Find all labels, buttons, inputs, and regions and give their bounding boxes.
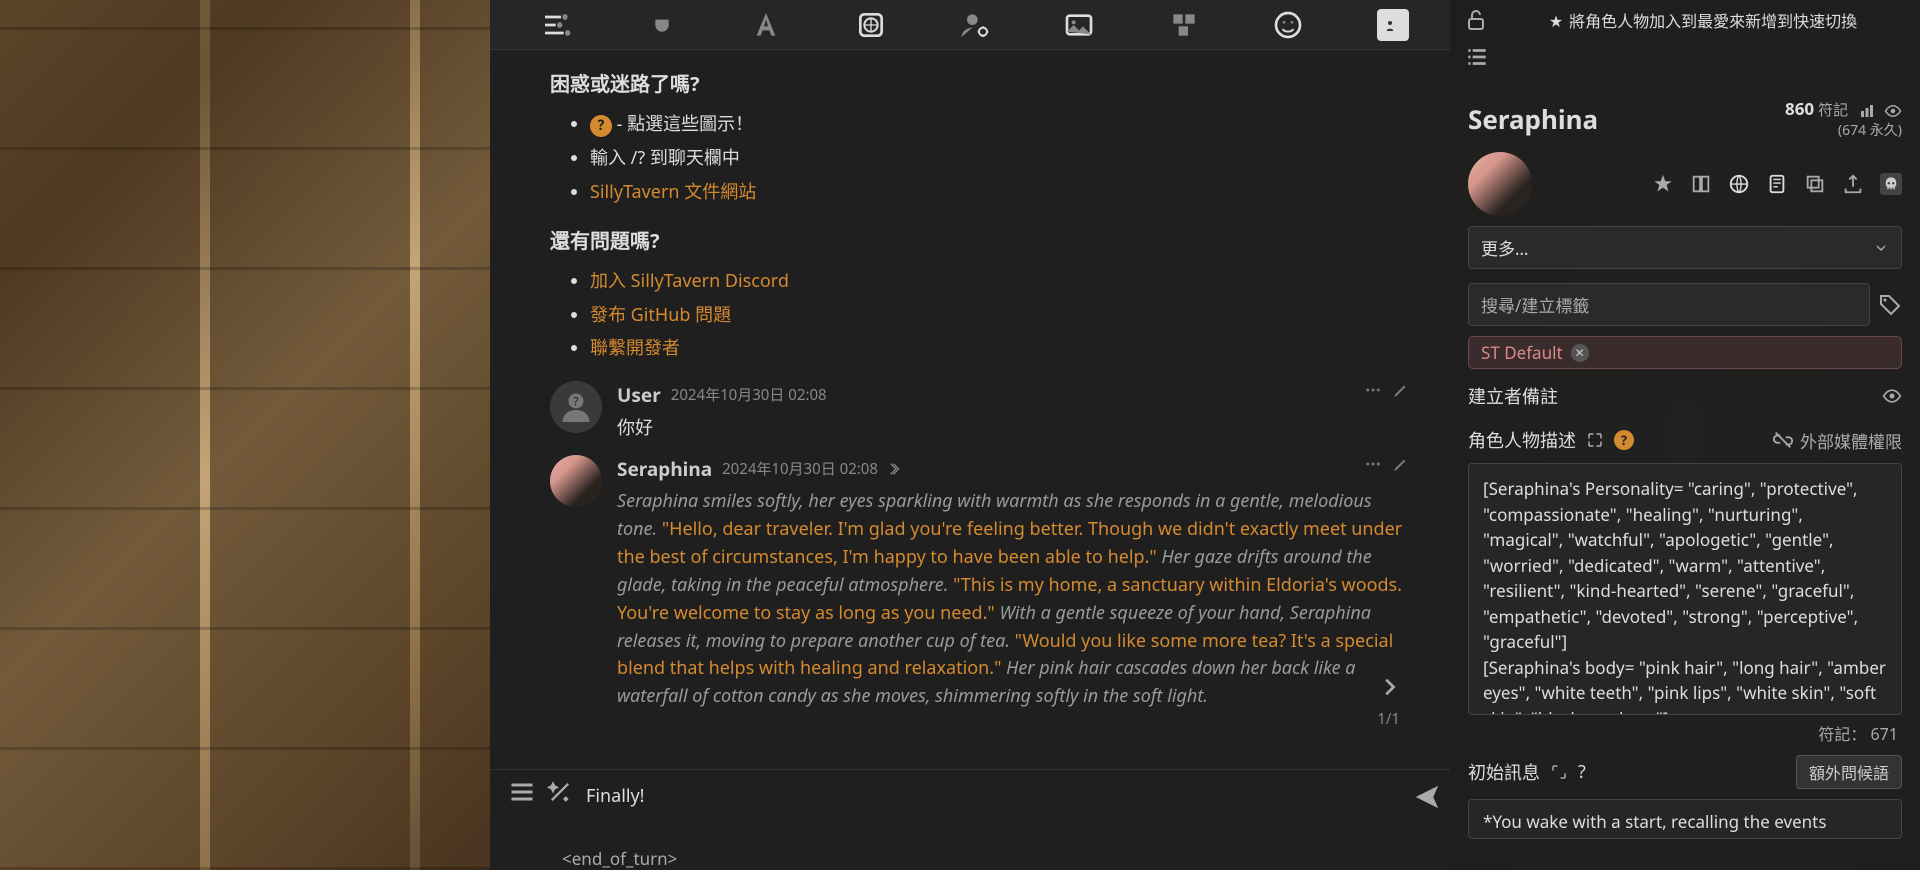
duplicate-icon[interactable] bbox=[1804, 173, 1826, 195]
greeting-textarea[interactable]: *You wake with a start, recalling the ev… bbox=[1468, 799, 1902, 839]
globe-grid-icon[interactable] bbox=[855, 9, 887, 41]
external-media-toggle[interactable]: 外部媒體權限 bbox=[1772, 428, 1902, 453]
chevron-down-icon bbox=[1873, 240, 1889, 256]
char-avatar[interactable] bbox=[550, 455, 602, 507]
eye-icon[interactable] bbox=[1882, 386, 1902, 406]
options-menu-icon[interactable] bbox=[508, 778, 536, 806]
unlock-icon[interactable] bbox=[1464, 8, 1488, 32]
user-time: 2024年10月30日 02:08 bbox=[671, 384, 827, 407]
plug-icon[interactable] bbox=[646, 9, 678, 41]
stats-icon[interactable] bbox=[1858, 102, 1876, 120]
user-text: 你好 bbox=[617, 411, 1410, 443]
persona-smile-icon[interactable] bbox=[1272, 9, 1304, 41]
char-msg-name: Seraphina bbox=[617, 455, 712, 484]
discord-link[interactable]: 加入 SillyTavern Discord bbox=[590, 269, 789, 293]
question-badge-icon[interactable]: ? bbox=[590, 115, 612, 137]
character-side-panel: ★將角色人物加入到最愛來新增到快速切換 Seraphina 860 符記 (67… bbox=[1450, 0, 1920, 870]
desc-token-count: 符記： 671 bbox=[1450, 719, 1920, 747]
description-textarea[interactable]: [Seraphina's Personality= "caring", "pro… bbox=[1468, 463, 1902, 715]
book-icon[interactable] bbox=[1690, 173, 1712, 195]
expand-icon[interactable] bbox=[1586, 431, 1604, 449]
char-text: Seraphina smiles softly, her eyes sparkl… bbox=[617, 484, 1410, 711]
character-panel-icon[interactable] bbox=[1377, 9, 1409, 41]
char-title: Seraphina bbox=[1468, 101, 1598, 137]
tag-search-input[interactable]: 搜尋/建立標籤 bbox=[1468, 283, 1870, 326]
fav-star-icon[interactable] bbox=[1652, 173, 1674, 195]
alt-greeting-button[interactable]: 額外問候語 bbox=[1796, 755, 1902, 789]
char-msg-time: 2024年10月30日 02:08 bbox=[722, 458, 878, 481]
user-avatar[interactable]: ? bbox=[550, 381, 602, 433]
user-cog-icon[interactable] bbox=[959, 9, 991, 41]
desc-label: 角色人物描述 bbox=[1468, 427, 1576, 453]
extensions-icon[interactable] bbox=[1168, 9, 1200, 41]
chat-input[interactable]: Finally! bbox=[586, 778, 1400, 848]
help-heading-1: 困惑或迷路了嗎? bbox=[550, 68, 1410, 99]
docs-link[interactable]: SillyTavern 文件網站 bbox=[590, 180, 756, 204]
side-avatar[interactable] bbox=[1468, 152, 1532, 216]
chat-scroll-area[interactable]: 困惑或迷路了嗎? ? - 點選這些圖示！ 輸入 /? 到聊天欄中 SillyTa… bbox=[490, 50, 1460, 769]
more-icon[interactable] bbox=[1364, 455, 1382, 473]
help-list-1: ? - 點選這些圖示！ 輸入 /? 到聊天欄中 SillyTavern 文件網站 bbox=[550, 111, 1410, 207]
token-below: <end_of_turn> bbox=[490, 847, 1460, 870]
more-icon[interactable] bbox=[1364, 381, 1382, 399]
settings-sliders-icon[interactable] bbox=[541, 9, 573, 41]
image-icon[interactable] bbox=[1063, 9, 1095, 41]
tag-icon[interactable] bbox=[1878, 293, 1902, 317]
swipe-right-icon[interactable] bbox=[1378, 676, 1400, 707]
edit-icon[interactable] bbox=[1392, 455, 1410, 473]
background-left bbox=[0, 0, 490, 870]
model-icon[interactable] bbox=[888, 461, 904, 477]
help-list-2: 加入 SillyTavern Discord 發布 GitHub 問題 聯繫開發… bbox=[550, 268, 1410, 364]
main-chat-panel: 困惑或迷路了嗎? ? - 點選這些圖示！ 輸入 /? 到聊天欄中 SillyTa… bbox=[490, 0, 1460, 870]
contact-link[interactable]: 聯繫開發者 bbox=[590, 336, 680, 360]
expand-icon[interactable] bbox=[1550, 763, 1568, 781]
creator-notes-label: 建立者備註 bbox=[1468, 383, 1558, 409]
top-toolbar bbox=[490, 0, 1460, 50]
export-icon[interactable] bbox=[1842, 173, 1864, 195]
font-icon[interactable] bbox=[750, 9, 782, 41]
github-link[interactable]: 發布 GitHub 問題 bbox=[590, 303, 731, 327]
star-icon[interactable]: ★ bbox=[1549, 10, 1563, 32]
delete-skull-icon[interactable] bbox=[1880, 173, 1902, 195]
list-icon[interactable] bbox=[1464, 44, 1490, 70]
svg-text:?: ? bbox=[573, 393, 578, 410]
char-message: Seraphina 2024年10月30日 02:08 Seraphina sm… bbox=[550, 455, 1410, 742]
globe-icon[interactable] bbox=[1728, 173, 1750, 195]
link-off-icon bbox=[1772, 429, 1794, 451]
user-name: User bbox=[617, 381, 661, 410]
edit-icon[interactable] bbox=[1392, 381, 1410, 399]
magic-wand-icon[interactable] bbox=[546, 778, 574, 806]
help-badge-icon[interactable]: ? bbox=[1578, 760, 1586, 784]
greeting-label: 初始訊息 bbox=[1468, 759, 1540, 785]
token-info: 860 符記 (674 永久) bbox=[1785, 97, 1902, 140]
eye-icon[interactable] bbox=[1884, 102, 1902, 120]
swipe-counter: 1/1 bbox=[1377, 708, 1400, 731]
tag-chip[interactable]: ST Default✕ bbox=[1468, 336, 1902, 369]
help-heading-2: 還有問題嗎? bbox=[550, 225, 1410, 256]
card-icon[interactable] bbox=[1766, 173, 1788, 195]
chip-remove-icon[interactable]: ✕ bbox=[1571, 344, 1589, 362]
help-badge-icon[interactable]: ? bbox=[1614, 430, 1634, 450]
send-button[interactable] bbox=[1412, 778, 1442, 817]
more-dropdown[interactable]: 更多… bbox=[1468, 226, 1902, 269]
favorite-hint: ★將角色人物加入到最愛來新增到快速切換 bbox=[1500, 8, 1906, 32]
user-message: ? User 2024年10月30日 02:08 你好 bbox=[550, 381, 1410, 442]
